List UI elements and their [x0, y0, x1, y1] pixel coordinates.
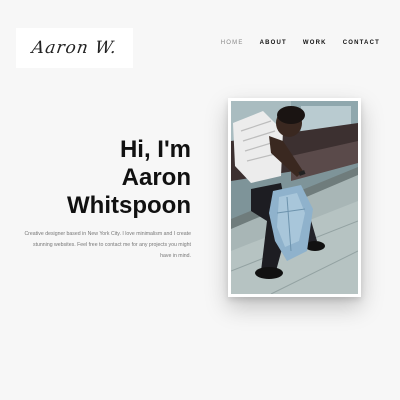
logo[interactable]: Aaron W.: [16, 28, 133, 68]
logo-signature: Aaron W.: [30, 38, 119, 58]
nav-item-home[interactable]: HOME: [221, 40, 244, 46]
portrait-photo: [231, 101, 358, 294]
nav-item-work[interactable]: WORK: [303, 40, 327, 46]
hero-title-line-1: Hi, I'm: [119, 136, 191, 163]
portrait-illustration: [231, 101, 358, 294]
hero-title-line-3: Whitspoon: [67, 192, 191, 219]
nav-item-contact[interactable]: CONTACT: [343, 40, 380, 46]
portrait-frame: [228, 98, 361, 297]
hero-title-line-2: Aaron: [121, 164, 191, 191]
main-nav: HOME ABOUT WORK CONTACT: [221, 40, 380, 46]
hero-title: Hi, I'm Aaron Whitspoon: [67, 136, 191, 220]
portfolio-page: Aaron W. HOME ABOUT WORK CONTACT Hi, I'm…: [0, 0, 400, 400]
hero-description: Creative designer based in New York City…: [24, 231, 191, 259]
nav-item-about[interactable]: ABOUT: [260, 40, 287, 46]
